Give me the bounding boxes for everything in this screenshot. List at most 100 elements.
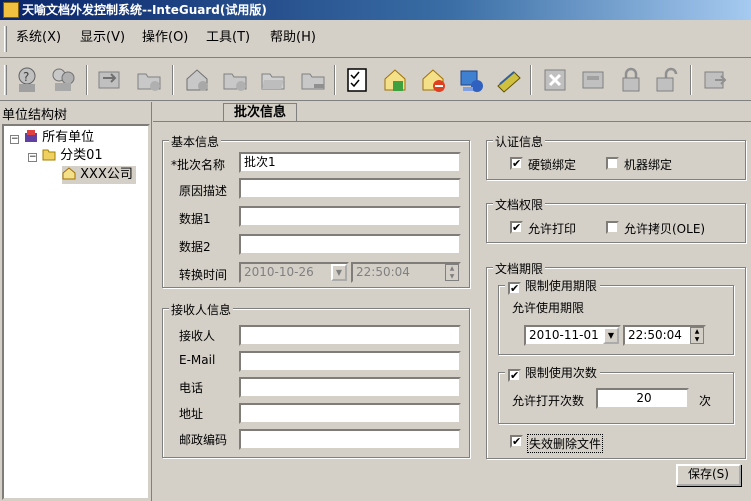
receiver-label: 接收人 (179, 329, 216, 343)
sidebar: 单位结构树 − 所有单位 − 分类01 XXX公司 (0, 102, 152, 501)
limit-date-label: 限制使用期限 (524, 279, 597, 293)
convert-time-picker[interactable]: 22:50:04 ▲ ▼ (351, 262, 461, 283)
delete-checkbox[interactable]: ✔ (510, 435, 523, 448)
content-panel: 批次信息 基本信息 *批次名称 批次1 原因描述 数据1 数据2 转换时间 20… (153, 102, 751, 501)
tree-category-label: 分类01 (60, 148, 103, 163)
copy-checkbox[interactable] (606, 221, 619, 234)
window-title: 天喻文档外发控制系统--InteGuard(试用版) (22, 3, 267, 17)
period-date-picker[interactable]: 2010-11-01 ▼ (524, 325, 621, 346)
users-icon[interactable] (46, 63, 80, 97)
menu-help[interactable]: 帮助(H) (270, 28, 316, 48)
reason-label: 原因描述 (179, 184, 228, 198)
convert-date-picker[interactable]: 2010-10-26 ▼ (239, 262, 349, 283)
batch-name-label: *批次名称 (171, 158, 226, 172)
help-icon[interactable]: ? (10, 63, 44, 97)
open-count-input[interactable]: 20 (596, 388, 689, 409)
title-bar: 天喻文档外发控制系统--InteGuard(试用版) (0, 0, 751, 20)
tab-divider (153, 121, 751, 122)
home-add-icon[interactable] (180, 63, 214, 97)
delete-label: 失效删除文件 (527, 434, 604, 453)
chevron-down-icon[interactable]: ▼ (331, 264, 347, 281)
network-drive-icon[interactable] (454, 63, 488, 97)
copy-label: 允许拷贝(OLE) (624, 222, 706, 236)
menu-view[interactable]: 显示(V) (80, 28, 125, 48)
menu-system[interactable]: 系统(X) (16, 28, 61, 48)
limit-date-legend: ✔ 限制使用期限 (505, 277, 600, 295)
checklist-icon[interactable] (340, 63, 374, 97)
folder-open-icon[interactable] (256, 63, 290, 97)
machine-label: 机器绑定 (624, 158, 673, 172)
swap-icon[interactable] (92, 63, 126, 97)
spin-down-icon[interactable]: ▼ (446, 273, 458, 281)
receiver-info-group: 接收人信息 接收人 E-Mail 电话 地址 邮政编码 (162, 301, 470, 458)
receiver-info-legend: 接收人信息 (169, 301, 234, 318)
print-checkbox[interactable]: ✔ (510, 221, 523, 234)
lock-icon[interactable] (614, 63, 648, 97)
export-icon[interactable] (698, 63, 732, 97)
hardlock-label: 硬锁绑定 (528, 158, 577, 172)
chevron-down-icon[interactable]: ▼ (603, 327, 619, 344)
home-refresh-icon[interactable] (378, 63, 412, 97)
period-time-picker[interactable]: 22:50:04 ▲ ▼ (623, 325, 706, 346)
folder-add-icon[interactable] (132, 63, 166, 97)
data2-input[interactable] (239, 234, 461, 255)
period-time-value: 22:50:04 (628, 328, 682, 342)
menu-tools[interactable]: 工具(T) (206, 28, 250, 48)
email-label: E-Mail (179, 353, 216, 367)
home-delete-icon[interactable] (416, 63, 450, 97)
org-tree[interactable]: − 所有单位 − 分类01 XXX公司 (2, 124, 150, 500)
spin-down-icon[interactable]: ▼ (691, 336, 703, 344)
spinner[interactable]: ▲ ▼ (690, 327, 704, 344)
data2-label: 数据2 (179, 240, 211, 254)
tree-category-item[interactable]: 分类01 (42, 147, 103, 165)
data1-label: 数据1 (179, 212, 211, 226)
menu-bar: 系统(X) 显示(V) 操作(O) 工具(T) 帮助(H) (0, 20, 751, 58)
limit-date-group: ✔ 限制使用期限 允许使用期限 2010-11-01 ▼ 22:50:04 ▲ ▼ (498, 277, 734, 355)
period-group: 文档期限 ✔ 限制使用期限 允许使用期限 2010-11-01 ▼ 22:50:… (486, 260, 746, 459)
spin-up-icon[interactable]: ▲ (691, 328, 703, 336)
toolbar-separator (172, 65, 174, 95)
phone-input[interactable] (239, 377, 461, 398)
toolbar-grip (4, 65, 7, 95)
reason-input[interactable] (239, 178, 461, 199)
save-button[interactable]: 保存(S) (676, 464, 741, 486)
data1-input[interactable] (239, 206, 461, 227)
spin-up-icon[interactable]: ▲ (446, 265, 458, 273)
email-input[interactable] (239, 351, 461, 372)
limit-date-checkbox[interactable]: ✔ (508, 282, 521, 295)
auth-legend: 认证信息 (493, 133, 546, 150)
toolbar: ? (0, 59, 751, 101)
convert-time-value: 22:50:04 (356, 265, 410, 279)
address-label: 地址 (179, 407, 204, 421)
tree-company-item[interactable]: XXX公司 (62, 166, 136, 184)
limit-count-legend: ✔ 限制使用次数 (505, 364, 600, 382)
spinner[interactable]: ▲ ▼ (445, 264, 459, 281)
menu-grip (4, 26, 7, 52)
tree-company-label: XXX公司 (80, 167, 133, 182)
machine-checkbox[interactable] (606, 157, 619, 170)
postcode-input[interactable] (239, 429, 461, 450)
hardlock-checkbox[interactable]: ✔ (510, 157, 523, 170)
tab-batch-info[interactable]: 批次信息 (223, 103, 298, 122)
limit-count-checkbox[interactable]: ✔ (508, 369, 521, 382)
drive-icon[interactable] (576, 63, 610, 97)
print-label: 允许打印 (528, 222, 577, 236)
batch-name-input[interactable]: 批次1 (239, 152, 461, 173)
address-input[interactable] (239, 403, 461, 424)
folder-remove-icon[interactable] (296, 63, 330, 97)
close-icon[interactable] (538, 63, 572, 97)
unlock-icon[interactable] (650, 63, 684, 97)
basic-info-legend: 基本信息 (169, 133, 222, 150)
auth-group: 认证信息 ✔ 硬锁绑定 机器绑定 (486, 133, 746, 180)
folder-icon (42, 149, 56, 161)
tree-category-expander[interactable]: − (28, 153, 37, 162)
permissions-group: 文档权限 ✔ 允许打印 允许拷贝(OLE) (486, 196, 746, 243)
tree-root-label: 所有单位 (42, 130, 95, 145)
tree-root-item[interactable]: 所有单位 (24, 129, 94, 147)
tree-root-expander[interactable]: − (10, 135, 19, 144)
folder-add-icon-2[interactable] (218, 63, 252, 97)
permissions-legend: 文档权限 (493, 196, 546, 213)
books-icon[interactable] (492, 63, 526, 97)
menu-operation[interactable]: 操作(O) (142, 28, 188, 48)
receiver-input[interactable] (239, 325, 461, 346)
